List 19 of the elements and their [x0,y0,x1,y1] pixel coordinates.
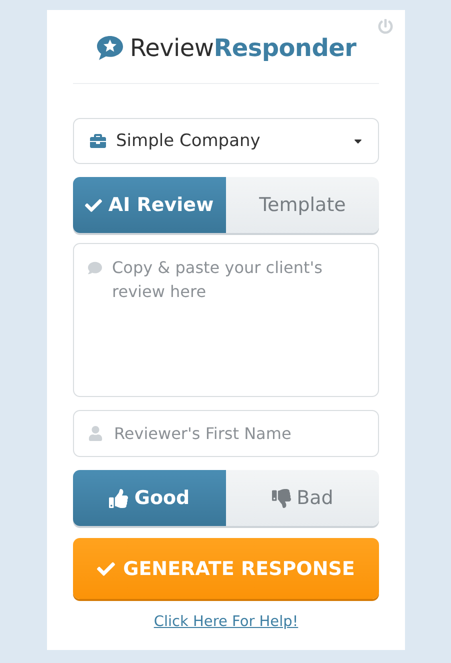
segment-tab[interactable]: Bad [226,470,379,526]
segment-tab[interactable]: Template [226,177,379,233]
check-icon [97,560,116,578]
power-icon[interactable] [378,19,393,34]
generate-button[interactable]: GENERATE RESPONSE [73,538,379,599]
review-field[interactable]: Copy & paste your client's review here [73,243,379,397]
briefcase-icon [90,133,106,149]
segment-tab[interactable]: AI Review [73,177,226,233]
thumbs-down-icon [272,488,291,508]
name-field[interactable]: Reviewer's First Name [73,410,379,457]
help-link[interactable]: Click Here For Help! [154,614,298,630]
segment-tab[interactable]: Good [73,470,226,526]
speech-bubble-star-icon [96,34,124,60]
app-logo: ReviewResponder [130,34,356,62]
check-icon [85,196,102,214]
thumbs-up-icon [109,488,128,508]
company-select[interactable]: Simple Company [73,118,379,164]
comment-icon [88,261,102,275]
user-icon [88,426,103,441]
